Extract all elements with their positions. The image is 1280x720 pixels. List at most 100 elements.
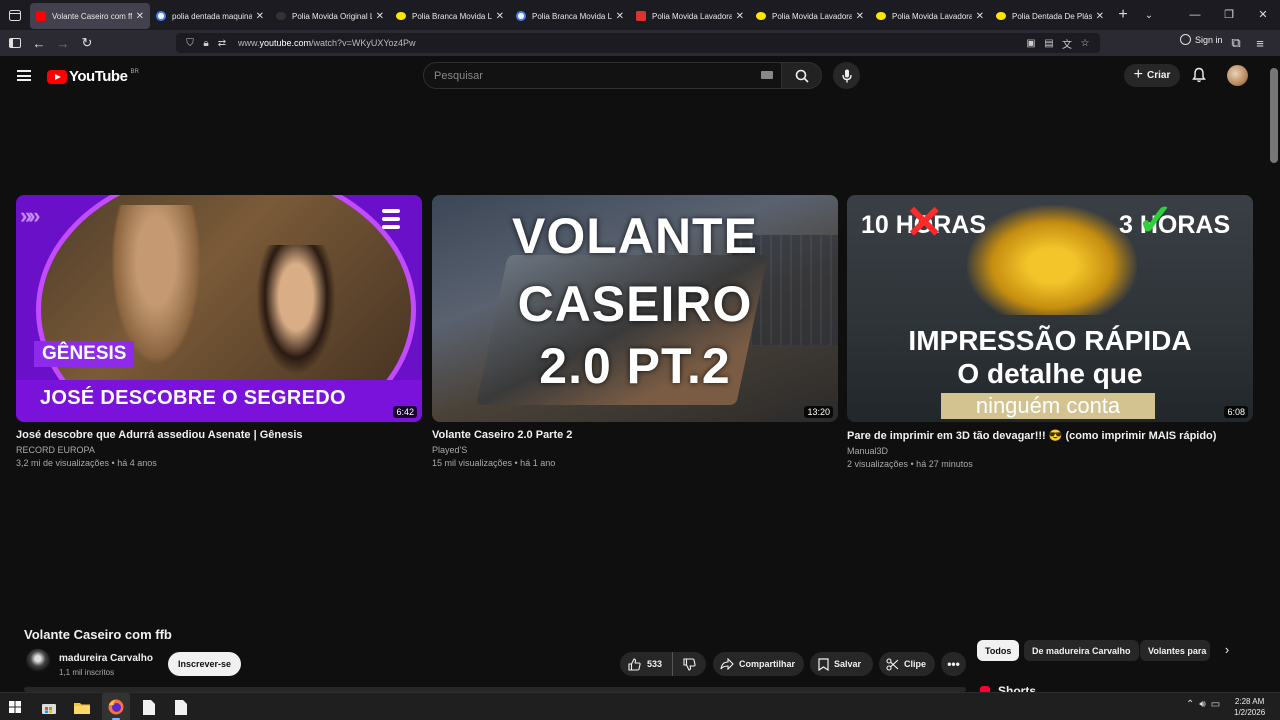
browser-tab[interactable]: Volante Caseiro com ffb ✕	[30, 3, 150, 29]
chip-from-channel[interactable]: De madureira Carvalho	[1024, 640, 1139, 661]
microphone-icon	[841, 69, 852, 82]
green-check-icon: ✓	[1137, 196, 1174, 245]
thumbnail-text-line: 2.0 PT.2	[539, 338, 731, 394]
search-input[interactable]: Pesquisar	[423, 62, 782, 89]
browser-tab[interactable]: Polia Dentada De Plásti ✕	[990, 3, 1110, 29]
keyboard-icon[interactable]	[761, 71, 773, 79]
shield-icon[interactable]: ⛉	[182, 38, 198, 49]
video-thumbnail[interactable]: »» GÊNESIS JOSÉ DESCOBRE O SEGREDO 6:42	[16, 195, 422, 422]
mercadolivre-icon	[996, 12, 1006, 20]
channel-avatar[interactable]	[26, 649, 50, 673]
youtube-wordmark: YouTube	[69, 68, 128, 85]
chip-related[interactable]: Volantes para	[1140, 640, 1210, 661]
browser-tab-strip: Volante Caseiro com ffb ✕ polia dentada ma…	[0, 0, 1280, 30]
scrollbar-thumb[interactable]	[1270, 68, 1278, 163]
like-count: 533	[647, 659, 663, 669]
user-avatar[interactable]	[1227, 65, 1248, 86]
create-label: Criar	[1146, 70, 1171, 81]
browser-tab[interactable]: Polia Branca Movida La ✕	[390, 3, 510, 29]
subscribe-button[interactable]: Inscrever-se	[168, 652, 241, 676]
search-button[interactable]	[781, 62, 822, 89]
thumbnail-text-line: VOLANTE	[512, 208, 758, 264]
close-window-button[interactable]: ✕	[1246, 0, 1280, 30]
close-tab-icon[interactable]: ✕	[136, 11, 144, 22]
video-thumbnail[interactable]: VOLANTE CASEIRO 2.0 PT.2 13:20	[432, 195, 838, 422]
address-bar[interactable]: ⛉ 🔒︎ ⇄ www.youtube.com/watch?v=WKyUXYoz4…	[176, 33, 1100, 53]
close-tab-icon[interactable]: ✕	[856, 11, 864, 22]
browser-tab[interactable]: Polia Movida Lavadora ✕	[750, 3, 870, 29]
chevron-right-icon[interactable]: ›	[1218, 642, 1236, 660]
network-icon[interactable]: ▭	[1211, 699, 1220, 710]
end-screen-video-card[interactable]: »» GÊNESIS JOSÉ DESCOBRE O SEGREDO 6:42 …	[16, 195, 422, 468]
windows-start-icon[interactable]	[6, 698, 24, 716]
back-button[interactable]: ←	[27, 30, 51, 56]
thumbs-up-icon	[628, 657, 641, 671]
sign-in-button[interactable]: Sign in	[1180, 34, 1223, 45]
end-screen-video-card[interactable]: 10 HORAS ✕ 3 HORAS ✓ IMPRESSÃO RÁPIDA O …	[847, 195, 1253, 469]
notifications-bell-icon[interactable]	[1192, 67, 1206, 83]
close-tab-icon[interactable]: ✕	[976, 11, 984, 22]
tab-overview-icon[interactable]	[0, 0, 30, 30]
channel-name[interactable]: madureira Carvalho	[59, 653, 153, 664]
browser-tab[interactable]: polia dentada maquina ✕	[150, 3, 270, 29]
end-screen-video-card[interactable]: VOLANTE CASEIRO 2.0 PT.2 13:20 Volante C…	[432, 195, 838, 468]
new-tab-button[interactable]: +	[1110, 6, 1136, 24]
reload-button[interactable]: ↻	[75, 30, 99, 56]
voice-search-button[interactable]	[833, 62, 860, 89]
firefox-icon[interactable]	[107, 698, 125, 716]
forward-button[interactable]: →	[51, 30, 75, 56]
google-icon	[516, 11, 526, 21]
translate-icon[interactable]: 文	[1058, 36, 1076, 51]
picture-in-picture-icon[interactable]: ▣	[1022, 38, 1040, 49]
thumbnail-text-line: IMPRESSÃO RÁPIDA	[908, 325, 1192, 356]
dislike-button[interactable]	[673, 657, 696, 671]
minimize-button[interactable]: —	[1178, 0, 1212, 30]
video-title[interactable]: Volante Caseiro 2.0 Parte 2	[432, 429, 838, 441]
thumbnail-text-line: O detalhe que	[957, 358, 1143, 389]
taskbar-clock[interactable]: 2:28 AM 1/2/2026	[1234, 696, 1265, 718]
page-scrollbar[interactable]	[1268, 56, 1280, 692]
thumbnail-headline: JOSÉ DESCOBRE O SEGREDO	[40, 387, 346, 409]
guide-menu-icon[interactable]	[17, 70, 31, 81]
close-tab-icon[interactable]: ✕	[616, 11, 624, 22]
chip-all[interactable]: Todos	[977, 640, 1020, 661]
document-icon[interactable]	[140, 698, 158, 716]
video-channel: Manual3D	[847, 446, 889, 456]
clip-button[interactable]: Clipe	[879, 652, 935, 676]
more-actions-button[interactable]: •••	[941, 652, 966, 676]
app-menu-icon[interactable]: ≡	[1248, 30, 1272, 56]
country-code: BR	[130, 68, 139, 75]
mercadolivre-icon	[756, 12, 766, 20]
browser-tab[interactable]: Polia Movida Lavadora ✕	[870, 3, 990, 29]
browser-tab[interactable]: Polia Branca Movida La ✕	[510, 3, 630, 29]
video-title[interactable]: José descobre que Adurrá assediou Asenat…	[16, 429, 422, 441]
browser-tab[interactable]: Polia Movida Original L ✕	[270, 3, 390, 29]
video-thumbnail[interactable]: 10 HORAS ✕ 3 HORAS ✓ IMPRESSÃO RÁPIDA O …	[847, 195, 1253, 422]
reader-view-icon[interactable]: ▤	[1040, 38, 1058, 49]
sidebar-toggle-icon[interactable]	[3, 30, 27, 56]
close-tab-icon[interactable]: ✕	[376, 11, 384, 22]
permissions-icon[interactable]: ⇄	[214, 38, 230, 49]
document-icon[interactable]	[172, 698, 190, 716]
close-tab-icon[interactable]: ✕	[736, 11, 744, 22]
bookmark-star-icon[interactable]: ☆	[1076, 38, 1094, 49]
close-tab-icon[interactable]: ✕	[256, 11, 264, 22]
share-button[interactable]: Compartilhar	[713, 652, 804, 676]
save-button[interactable]: Salvar	[810, 652, 873, 676]
video-title[interactable]: Pare de imprimir em 3D tão devagar!!! 😎 …	[847, 429, 1253, 442]
file-explorer-icon[interactable]	[73, 698, 91, 716]
close-tab-icon[interactable]: ✕	[1096, 11, 1104, 22]
create-button[interactable]: + Criar	[1124, 64, 1180, 87]
tab-title: Polia Movida Lavadora	[892, 11, 972, 21]
youtube-logo[interactable]: YouTube BR	[47, 68, 139, 85]
lock-icon[interactable]: 🔒︎	[198, 38, 214, 49]
store-icon[interactable]	[40, 698, 58, 716]
like-button[interactable]: 533	[620, 652, 674, 676]
volume-icon[interactable]: 🔊︎	[1199, 699, 1205, 710]
tab-list-chevron-icon[interactable]: ⌄	[1136, 10, 1162, 21]
tray-chevron-icon[interactable]: ⌃	[1186, 699, 1194, 710]
restore-button[interactable]: ❐	[1212, 0, 1246, 30]
browser-tab[interactable]: Polia Movida Lavadora ✕	[630, 3, 750, 29]
close-tab-icon[interactable]: ✕	[496, 11, 504, 22]
extensions-icon[interactable]: ⧉	[1224, 30, 1248, 56]
